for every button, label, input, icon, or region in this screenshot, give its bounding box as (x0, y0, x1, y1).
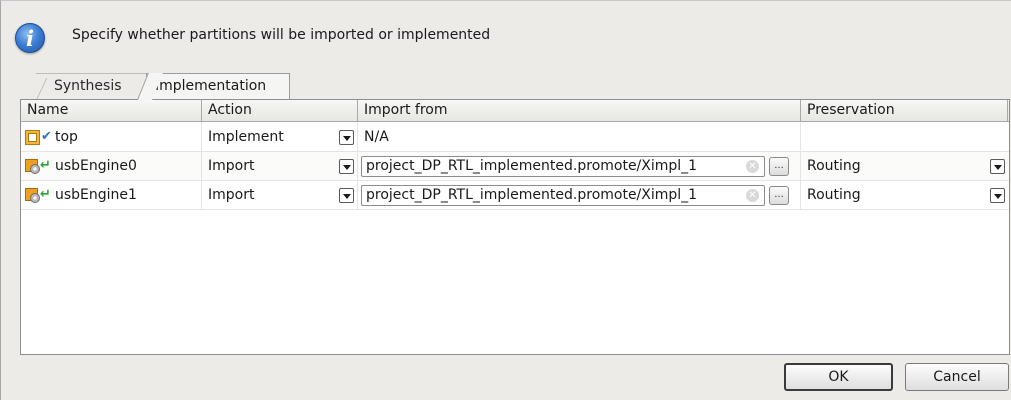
chevron-down-icon[interactable] (339, 159, 354, 174)
column-header-action[interactable]: Action (202, 100, 358, 122)
action-combo[interactable]: Implement (202, 123, 358, 152)
partition-name: usbEngine0 (55, 158, 137, 174)
import-from-cell: project_DP_RTL_implemented.promote/Ximpl… (358, 152, 801, 181)
partitions-table: Name Action Import from Preservation ✔ t… (20, 99, 1010, 355)
import-from-text: project_DP_RTL_implemented.promote/Ximpl… (366, 187, 698, 203)
clear-icon[interactable]: ✕ (746, 189, 759, 202)
cell-name: ↵ usbEngine0 (21, 152, 202, 181)
import-arrow-icon: ↵ (40, 158, 51, 173)
chevron-down-icon[interactable] (990, 159, 1005, 174)
action-combo[interactable]: Import (202, 152, 358, 181)
check-icon: ✔ (41, 129, 52, 144)
chevron-down-icon[interactable] (990, 188, 1005, 203)
column-header-name[interactable]: Name (21, 100, 202, 122)
partition-module-icon (25, 188, 40, 203)
cell-name: ✔ top (21, 123, 202, 152)
table-row-top[interactable]: ✔ top Implement N/A (21, 123, 1009, 152)
import-from-input[interactable]: project_DP_RTL_implemented.promote/Ximpl… (361, 185, 765, 206)
table-header: Name Action Import from Preservation (21, 100, 1009, 122)
import-from-text: project_DP_RTL_implemented.promote/Ximpl… (366, 158, 698, 174)
import-arrow-icon: ↵ (40, 187, 51, 202)
preservation-value: Routing (807, 158, 861, 174)
clear-icon[interactable]: ✕ (746, 160, 759, 173)
cancel-button[interactable]: Cancel (905, 363, 1009, 391)
import-from-input[interactable]: project_DP_RTL_implemented.promote/Ximpl… (361, 156, 765, 177)
preservation-combo[interactable]: Routing (801, 152, 1008, 181)
preservation-value: Routing (807, 187, 861, 203)
column-header-preservation[interactable]: Preservation (801, 100, 1008, 122)
table-row-usbengine0[interactable]: ↵ usbEngine0 Import project_DP_RTL_imple… (21, 152, 1009, 181)
header-message: Specify whether partitions will be impor… (72, 27, 491, 43)
partition-module-icon (25, 159, 40, 174)
chevron-down-icon[interactable] (339, 188, 354, 203)
action-value: Import (208, 158, 255, 174)
chevron-down-icon[interactable] (339, 130, 354, 145)
preservation-value (801, 123, 1008, 152)
partition-top-icon (25, 130, 40, 145)
browse-button[interactable]: ... (769, 186, 789, 205)
column-header-import-from[interactable]: Import from (358, 100, 801, 122)
info-icon: i (15, 23, 45, 53)
import-from-cell: project_DP_RTL_implemented.promote/Ximpl… (358, 181, 801, 210)
partition-name: usbEngine1 (55, 187, 137, 203)
cell-name: ↵ usbEngine1 (21, 181, 202, 210)
dialog-header: i Specify whether partitions will be imp… (0, 0, 1011, 66)
browse-button[interactable]: ... (769, 157, 789, 176)
import-from-value: N/A (358, 123, 801, 152)
tab-synthesis[interactable]: Synthesis (36, 73, 146, 99)
action-combo[interactable]: Import (202, 181, 358, 210)
preservation-combo[interactable]: Routing (801, 181, 1008, 210)
table-row-usbengine1[interactable]: ↵ usbEngine1 Import project_DP_RTL_imple… (21, 181, 1009, 210)
partition-name: top (55, 129, 78, 145)
tab-implementation[interactable]: Implementation (146, 73, 290, 99)
action-value: Implement (208, 129, 284, 145)
action-value: Import (208, 187, 255, 203)
ok-button[interactable]: OK (784, 363, 893, 391)
